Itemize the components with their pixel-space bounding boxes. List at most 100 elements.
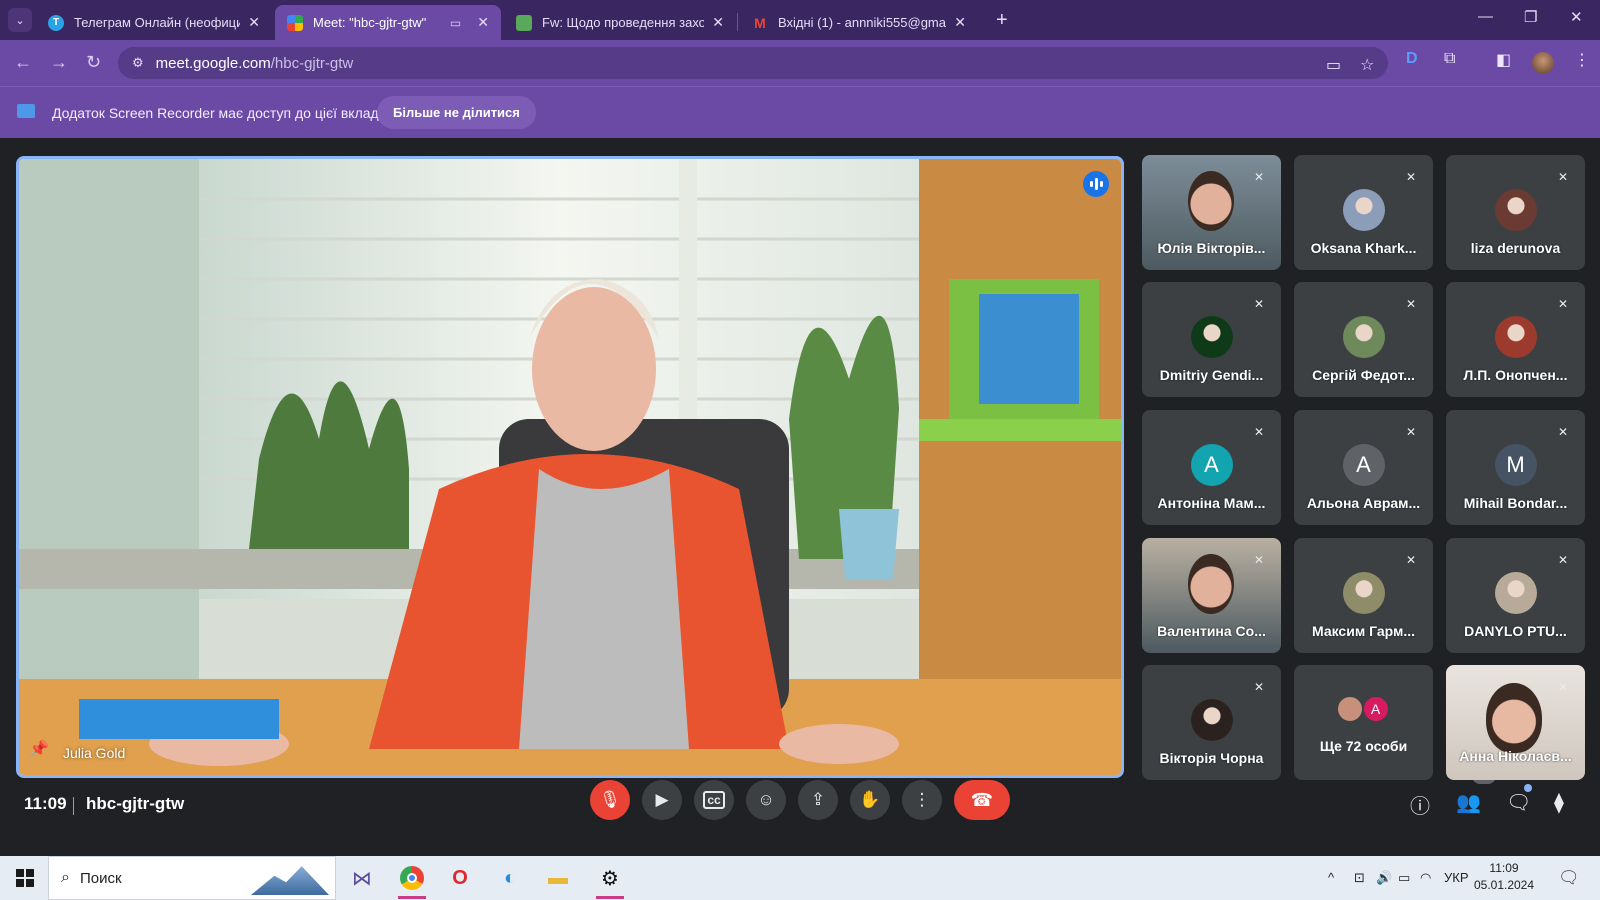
notifications-icon[interactable]: 🗨 [1558, 868, 1580, 888]
gmail-icon: M [754, 14, 766, 31]
app-icon-1[interactable]: ⋈ [346, 863, 378, 893]
participant-tile[interactable]: M ✕ Mihail Bondar... [1446, 410, 1585, 525]
participant-video [1486, 683, 1542, 753]
language-indicator[interactable]: УКР [1444, 870, 1469, 885]
participant-tile[interactable]: ✕ Анна Ніколаєв... [1446, 665, 1585, 780]
show-hidden-icons[interactable]: ^ [1328, 870, 1334, 885]
opera-icon[interactable]: O [444, 863, 476, 893]
raise-hand-button[interactable]: ✋ [850, 780, 890, 820]
mail-icon [516, 14, 532, 31]
participant-tile[interactable]: A ✕ Антоніна Мам... [1142, 410, 1281, 525]
file-explorer-icon[interactable]: ▬ [542, 863, 574, 893]
battery-icon[interactable]: ▭ [1398, 870, 1410, 886]
extension-icon[interactable]: D [1406, 50, 1418, 68]
more-options-button[interactable]: ⋮ [902, 780, 942, 820]
chrome-icon[interactable] [396, 863, 428, 899]
avatar [1342, 572, 1385, 614]
screen-recorder-app-icon[interactable]: ⚙ [594, 863, 626, 899]
chat-notification-dot [1524, 784, 1532, 792]
presenter-name: Julia Gold [63, 745, 126, 761]
minimize-icon[interactable]: — [1478, 8, 1493, 25]
close-tab-icon[interactable]: ✕ [477, 14, 489, 31]
bookmark-star-icon[interactable]: ☆ [1360, 55, 1374, 75]
screen-recorder-infobar: Додаток Screen Recorder має доступ до ці… [0, 86, 1600, 138]
participant-name: liza derunova [1470, 240, 1561, 256]
close-tab-icon[interactable]: ✕ [954, 14, 966, 31]
chat-icon[interactable]: 🗨 [1506, 790, 1531, 815]
taskbar-search[interactable]: ⌕ Поиск [48, 856, 336, 900]
close-tab-icon[interactable]: ✕ [712, 14, 724, 31]
meeting-info-icon[interactable]: ⓘ [1410, 790, 1430, 819]
stop-sharing-button[interactable]: Більше не ділитися [377, 96, 536, 129]
restore-icon[interactable]: ❐ [1524, 8, 1537, 26]
participant-video [1188, 171, 1234, 231]
participant-tile[interactable]: ✕ Юлія Вікторів... [1142, 155, 1281, 270]
tab-gmail[interactable]: M Вхідні (1) - annniki555@gmail.c ✕ [740, 5, 978, 40]
participant-name: Юлія Вікторів... [1157, 240, 1266, 256]
forward-icon[interactable]: → [50, 52, 68, 73]
tab-telegram[interactable]: T Телеграм Онлайн (неофициал ✕ [36, 5, 272, 40]
tab-mail[interactable]: Fw: Щодо проведення заходу ✕ [504, 5, 736, 40]
pin-icon[interactable]: 📌 [29, 739, 49, 759]
windows-start-icon[interactable] [16, 869, 34, 887]
mic-off-icon: ✕ [1253, 680, 1265, 694]
system-clock[interactable]: 11:09 05.01.2024 [1469, 860, 1539, 894]
wifi-icon[interactable]: ◠ [1420, 870, 1431, 886]
divider [73, 797, 74, 815]
mic-off-icon: ✕ [1253, 425, 1265, 439]
tab-meet[interactable]: Meet: "hbc-gjtr-gtw" ▭ ✕ [275, 5, 501, 40]
captions-button[interactable]: cc [694, 780, 734, 820]
browser-menu-icon[interactable]: ⋮ [1574, 50, 1590, 70]
activities-icon[interactable]: ⧫ [1554, 790, 1564, 815]
camera-button[interactable]: ▶ [642, 780, 682, 820]
participant-name: Mihail Bondar... [1463, 495, 1568, 511]
participant-tile[interactable]: ✕ Сергій Федот... [1294, 282, 1433, 397]
mic-off-icon: ✕ [1557, 170, 1569, 184]
avatar [1190, 316, 1233, 358]
hand-icon: ✋ [859, 790, 881, 809]
participant-tile[interactable]: ✕ Максим Гарм... [1294, 538, 1433, 653]
avatar [1190, 699, 1233, 741]
reload-icon[interactable]: ↻ [86, 52, 101, 73]
extensions-puzzle-icon[interactable]: ⧉ [1444, 50, 1455, 68]
participant-name: Анна Ніколаєв... [1459, 748, 1572, 764]
close-window-icon[interactable]: ✕ [1570, 8, 1583, 26]
participant-tile[interactable]: ✕ Dmitriy Gendi... [1142, 282, 1281, 397]
present-button[interactable]: ⇪ [798, 780, 838, 820]
telegram-icon: T [48, 14, 64, 31]
windows-taskbar: ⌕ Поиск ⋈ O ◐ ▬ ⚙ ^ ⊡ 🔊 ▭ ◠ УКР 11:09 05… [0, 856, 1600, 900]
tab-title: Meet: "hbc-gjtr-gtw" [313, 15, 427, 30]
participant-tile[interactable]: A ✕ Альона Аврам... [1294, 410, 1433, 525]
participant-tile[interactable]: ✕ Oksana Khark... [1294, 155, 1433, 270]
camera-in-use-icon[interactable]: ▭ [1326, 55, 1341, 75]
infobar-message: Додаток Screen Recorder має доступ до ці… [52, 105, 393, 121]
profile-avatar[interactable] [1532, 52, 1554, 74]
omnibox[interactable]: ⚙ meet.google.com/hbc-gjtr-gtw ▭ ☆ [118, 47, 1388, 79]
participant-tile[interactable]: ✕ Л.П. Онопчен... [1446, 282, 1585, 397]
side-panel-icon[interactable]: ◧ [1496, 50, 1511, 70]
participant-tile[interactable]: ✕ Валентина Со... [1142, 538, 1281, 653]
back-icon[interactable]: ← [14, 52, 32, 73]
people-icon[interactable]: 👥 [1456, 790, 1481, 815]
leave-call-button[interactable]: ☎ [954, 780, 1010, 820]
participant-tile[interactable]: ✕ liza derunova [1446, 155, 1585, 270]
meet-now-icon[interactable]: ⊡ [1354, 870, 1365, 886]
participant-tile[interactable]: ✕ Вікторія Чорна [1142, 665, 1281, 780]
participant-tile[interactable]: ✕ DANYLO PTU... [1446, 538, 1585, 653]
pinned-speaker-video[interactable]: 📌 Julia Gold [16, 156, 1124, 778]
new-tab-icon[interactable]: + [996, 9, 1008, 32]
mic-off-icon: ✕ [1405, 170, 1417, 184]
close-tab-icon[interactable]: ✕ [248, 14, 260, 31]
volume-icon[interactable]: 🔊 [1376, 870, 1392, 886]
site-info-icon[interactable]: ⚙ [132, 55, 144, 71]
more-participants-tile[interactable]: A Ще 72 особи [1294, 665, 1433, 780]
microphone-off-button[interactable]: 🎙 [590, 780, 630, 820]
edge-icon[interactable]: ◐ [494, 863, 526, 893]
mic-off-icon: ✕ [1557, 425, 1569, 439]
avatar [1342, 316, 1385, 358]
avatar: A [1342, 444, 1385, 486]
reactions-button[interactable]: ☺ [746, 780, 786, 820]
tab-search-button[interactable]: ⌄ [8, 8, 32, 32]
clock-time: 11:09 [1489, 861, 1519, 875]
participant-name: Максим Гарм... [1311, 623, 1415, 639]
